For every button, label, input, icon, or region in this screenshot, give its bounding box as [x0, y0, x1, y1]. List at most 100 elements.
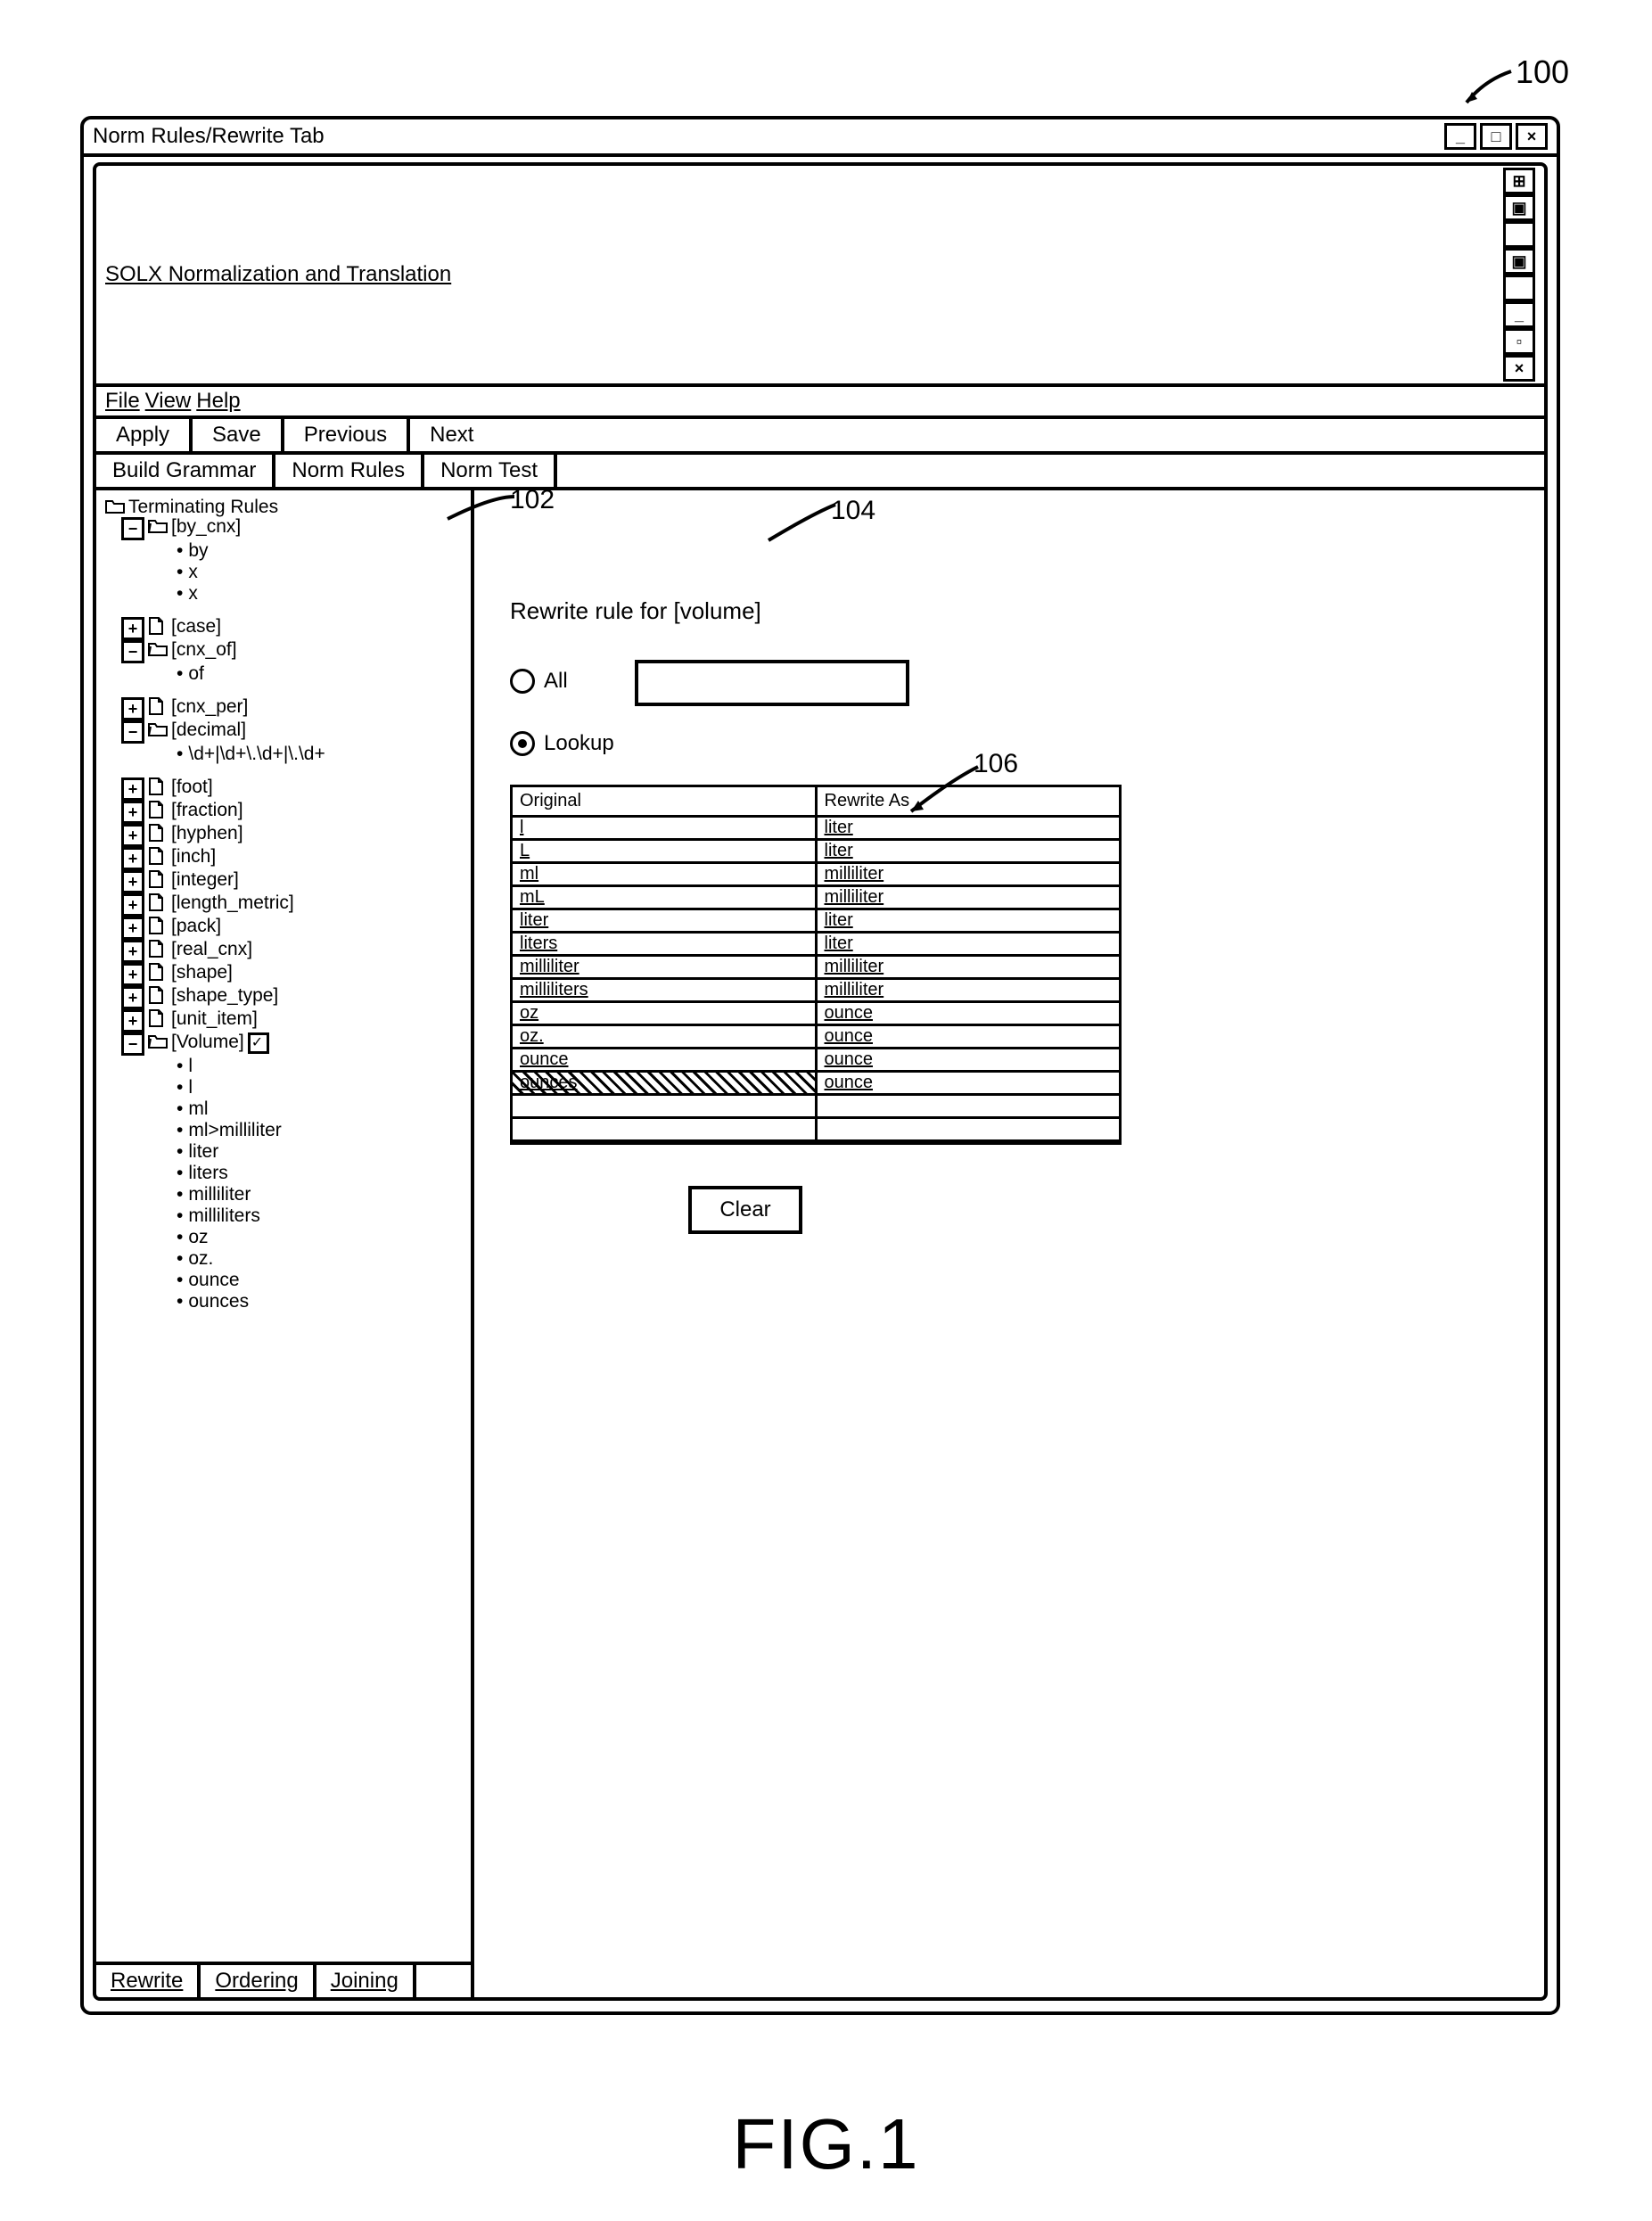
tab-build-grammar[interactable]: Build Grammar	[96, 455, 275, 487]
tree-item-length-metric[interactable]: +[length_metric]	[105, 893, 471, 917]
tab-rewrite[interactable]: Rewrite	[96, 1965, 201, 1997]
maximize-icon[interactable]: □	[1480, 123, 1512, 150]
tree-leaf[interactable]: •oz.	[105, 1248, 471, 1270]
tree-item-inch[interactable]: +[inch]	[105, 847, 471, 870]
tree-item-by-cnx[interactable]: − [by_cnx]	[105, 517, 471, 540]
tree-leaf[interactable]: •l	[105, 1056, 471, 1077]
tree-panel: Terminating Rules − [by_cnx] •by •x •x	[96, 490, 474, 1997]
plus-icon[interactable]: +	[121, 870, 144, 893]
tree-item-volume[interactable]: − [Volume]	[105, 1032, 471, 1056]
page-icon	[148, 617, 168, 633]
plus-icon[interactable]: +	[121, 1009, 144, 1032]
minimize-icon[interactable]: _	[1444, 123, 1476, 150]
tree-item-shape[interactable]: +[shape]	[105, 963, 471, 986]
tree-item-hyphen[interactable]: +[hyphen]	[105, 824, 471, 847]
tree-leaf[interactable]: •x	[105, 583, 471, 605]
volume-checkbox[interactable]	[248, 1032, 269, 1054]
tree-item-unit-item[interactable]: +[unit_item]	[105, 1009, 471, 1032]
next-button[interactable]: Next	[410, 419, 493, 451]
plus-icon[interactable]: +	[121, 847, 144, 870]
plus-icon[interactable]: +	[121, 697, 144, 720]
plus-icon[interactable]: +	[121, 940, 144, 963]
tree-item-real-cnx[interactable]: +[real_cnx]	[105, 940, 471, 963]
tree-item-decimal[interactable]: − [decimal]	[105, 720, 471, 744]
plus-icon[interactable]: +	[121, 824, 144, 847]
tree-leaf[interactable]: •liters	[105, 1163, 471, 1184]
apply-button[interactable]: Apply	[96, 419, 193, 451]
tree-item-case[interactable]: + [case]	[105, 617, 471, 640]
tab-ordering[interactable]: Ordering	[201, 1965, 316, 1997]
page-icon	[148, 917, 168, 933]
lookup-table[interactable]: Original Rewrite As lliter Lliter mlmill…	[510, 785, 1122, 1145]
plus-icon[interactable]: +	[121, 917, 144, 940]
radio-all[interactable]	[510, 669, 535, 694]
inner-maximize-icon[interactable]: ▫	[1503, 328, 1535, 355]
tree-leaf[interactable]: •milliliter	[105, 1184, 471, 1205]
close-icon[interactable]: ×	[1516, 123, 1548, 150]
minus-icon[interactable]: −	[121, 517, 144, 540]
tree-leaf[interactable]: •oz	[105, 1227, 471, 1248]
tree-leaf[interactable]: •ounce	[105, 1270, 471, 1291]
table-row	[513, 1096, 1119, 1119]
tree-leaf[interactable]: •x	[105, 562, 471, 583]
page-icon	[148, 697, 168, 713]
tree-item-foot[interactable]: +[foot]	[105, 777, 471, 801]
plus-icon[interactable]: +	[121, 801, 144, 824]
inner-close-icon[interactable]: ×	[1503, 355, 1535, 382]
page-icon	[148, 801, 168, 817]
window-title: Norm Rules/Rewrite Tab	[93, 124, 325, 149]
tree-item-shape-type[interactable]: +[shape_type]	[105, 986, 471, 1009]
minus-icon[interactable]: −	[121, 640, 144, 663]
tree-leaf[interactable]: •l	[105, 1077, 471, 1098]
tree-item-pack[interactable]: +[pack]	[105, 917, 471, 940]
tree-item-cnx-per[interactable]: + [cnx_per]	[105, 697, 471, 720]
save-button[interactable]: Save	[193, 419, 284, 451]
page-icon	[148, 986, 168, 1002]
inner-blank2-icon[interactable]	[1503, 275, 1535, 301]
previous-button[interactable]: Previous	[284, 419, 410, 451]
inner-minimize-icon[interactable]: _	[1503, 301, 1535, 328]
clear-button[interactable]: Clear	[688, 1186, 802, 1234]
menu-view[interactable]: View	[145, 389, 192, 414]
tree-leaf[interactable]: •\d+|\d+\.\d+|\.\d+	[105, 744, 471, 765]
tab-joining[interactable]: Joining	[316, 1965, 416, 1997]
col-rewrite: Rewrite As	[818, 787, 1120, 818]
radio-all-row[interactable]: All	[510, 669, 568, 694]
radio-lookup-label: Lookup	[544, 731, 614, 756]
menu-help[interactable]: Help	[196, 389, 240, 414]
folder-open-icon	[148, 517, 168, 533]
tree-root[interactable]: Terminating Rules	[105, 498, 471, 517]
tree-leaf[interactable]: •ml>milliliter	[105, 1120, 471, 1141]
minus-icon[interactable]: −	[121, 720, 144, 744]
rewrite-rule-heading: Rewrite rule for [volume]	[510, 597, 761, 625]
minus-icon[interactable]: −	[121, 1032, 144, 1056]
menu-file[interactable]: File	[105, 389, 140, 414]
plus-icon[interactable]: +	[121, 986, 144, 1009]
plus-icon[interactable]: +	[121, 777, 144, 801]
plus-icon[interactable]: +	[121, 963, 144, 986]
inner-blank-icon[interactable]	[1503, 221, 1535, 248]
tree-item-integer[interactable]: +[integer]	[105, 870, 471, 893]
tree-leaf[interactable]: •ml	[105, 1098, 471, 1120]
plus-icon[interactable]: +	[121, 617, 144, 640]
tree-item-fraction[interactable]: +[fraction]	[105, 801, 471, 824]
tree-leaf[interactable]: •milliliters	[105, 1205, 471, 1227]
tree-leaf[interactable]: •ounces	[105, 1291, 471, 1312]
plus-icon[interactable]: +	[121, 893, 144, 917]
inner-grid-icon[interactable]: ⊞	[1503, 168, 1535, 194]
inner-restore2-icon[interactable]: ▣	[1503, 248, 1535, 275]
table-row: oz.ounce	[513, 1026, 1119, 1049]
inner-restore1-icon[interactable]: ▣	[1503, 194, 1535, 221]
tab-norm-test[interactable]: Norm Test	[424, 455, 557, 487]
tab-norm-rules[interactable]: Norm Rules	[275, 455, 424, 487]
rules-tree[interactable]: Terminating Rules − [by_cnx] •by •x •x	[96, 498, 471, 1962]
tree-item-cnx-of[interactable]: − [cnx_of]	[105, 640, 471, 663]
tree-leaf[interactable]: •liter	[105, 1141, 471, 1163]
radio-lookup-row[interactable]: Lookup	[510, 731, 614, 756]
folder-open-icon	[148, 1032, 168, 1049]
all-textbox[interactable]	[635, 660, 909, 706]
tree-leaf[interactable]: •of	[105, 663, 471, 685]
radio-lookup[interactable]	[510, 731, 535, 756]
table-row: ozounce	[513, 1003, 1119, 1026]
tree-leaf[interactable]: •by	[105, 540, 471, 562]
